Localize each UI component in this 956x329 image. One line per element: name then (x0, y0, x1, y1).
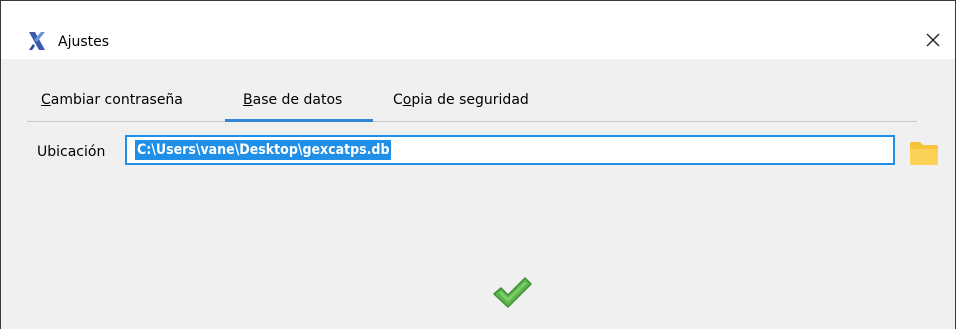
window-title: Ajustes (58, 34, 110, 50)
checkmark-icon[interactable] (491, 275, 533, 311)
tab-divider (27, 121, 917, 122)
close-icon (926, 33, 940, 47)
location-input[interactable]: C:\Users\vane\Desktop\gexcatps.db (125, 135, 895, 165)
location-label: Ubicación (37, 144, 106, 160)
active-tab-indicator (225, 119, 373, 122)
tab-cambiar-contrasena[interactable]: Cambiar contraseña (41, 91, 183, 109)
app-logo-icon (29, 32, 45, 50)
settings-window: Ajustes Cambiar contraseña Base de datos… (0, 0, 956, 329)
tab-base-de-datos[interactable]: Base de datos (243, 91, 342, 109)
tab-copia-de-seguridad[interactable]: Copia de seguridad (393, 91, 529, 109)
tab-strip: Cambiar contraseña Base de datos Copia d… (1, 59, 955, 123)
location-value: C:\Users\vane\Desktop\gexcatps.db (135, 140, 392, 160)
folder-icon[interactable] (908, 140, 940, 166)
title-bar: Ajustes (1, 1, 955, 59)
close-button[interactable] (911, 25, 955, 55)
